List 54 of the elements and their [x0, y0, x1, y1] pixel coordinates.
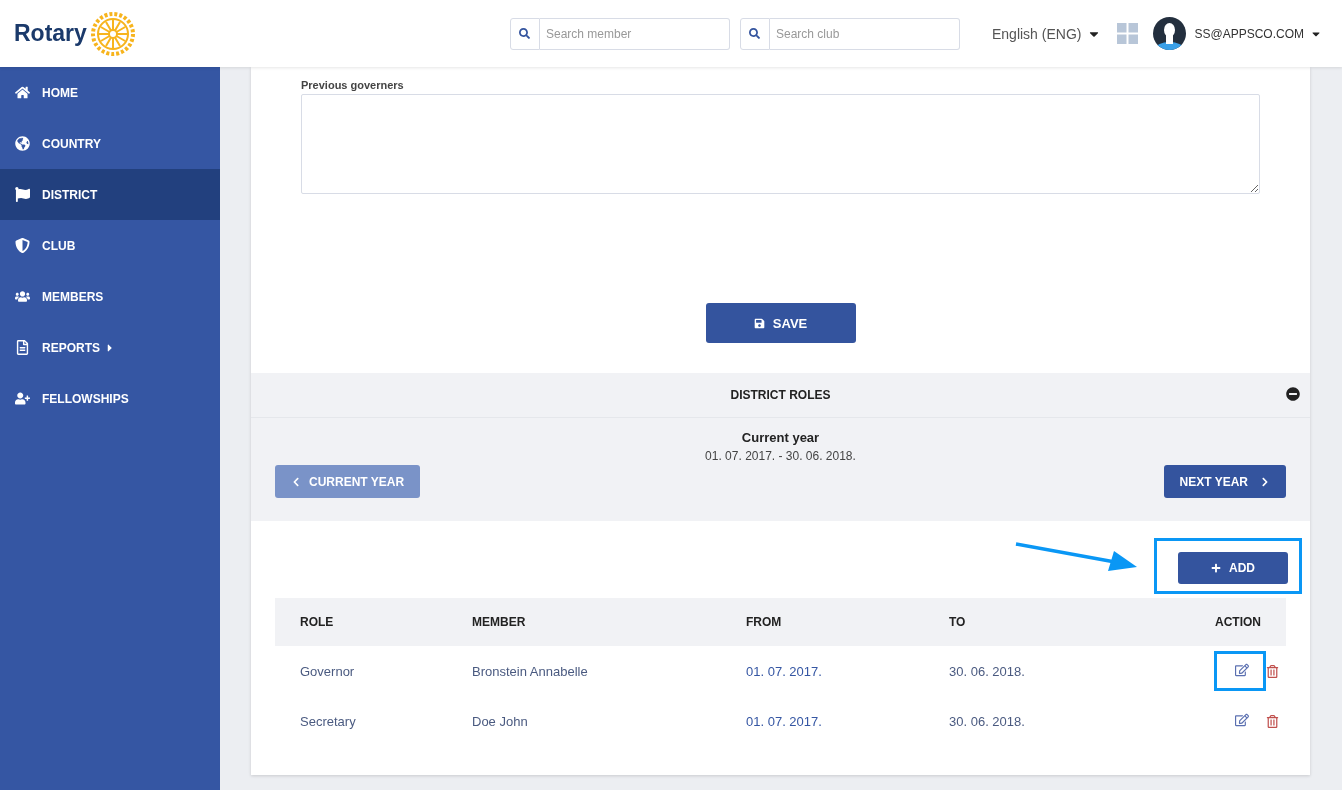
collapse-icon[interactable]	[1286, 387, 1300, 401]
column-header: TO	[949, 615, 967, 629]
search-icon	[749, 28, 761, 39]
sidebar-item[interactable]: CLUB	[0, 220, 220, 271]
avatar-icon[interactable]	[1153, 17, 1187, 50]
save-icon	[753, 317, 765, 329]
table-cell-text: Governor	[300, 663, 356, 679]
chevron-right-icon	[1260, 476, 1270, 487]
flag-icon	[15, 187, 30, 202]
sidebar-item[interactable]: COUNTRY	[0, 118, 220, 169]
edit-icon[interactable]	[1235, 663, 1249, 677]
search-icon	[519, 28, 531, 39]
table-cell-text: Bronstein Annabelle	[472, 663, 589, 679]
column-header: FROM	[746, 615, 783, 629]
edit-icon[interactable]	[1235, 713, 1249, 727]
shield-icon	[15, 238, 30, 253]
table-cell-text: Secretary	[300, 713, 357, 729]
add-button[interactable]: ADD	[1178, 552, 1288, 584]
logo-text: Rotary	[14, 20, 87, 47]
search-member-field[interactable]: Search member	[540, 17, 730, 50]
language-dropdown[interactable]: English (ENG)	[992, 25, 1102, 42]
sidebar-item[interactable]: DISTRICT	[0, 169, 220, 220]
column-header: ROLE	[300, 615, 335, 629]
search-button[interactable]	[510, 17, 540, 50]
user-plus-icon	[15, 391, 30, 406]
table-cell-text: 01. 07. 2017.	[746, 663, 823, 679]
period-title: Current year	[741, 430, 820, 445]
table-cell-text: 01. 07. 2017.	[746, 713, 823, 729]
search-button[interactable]	[740, 17, 770, 50]
users-icon	[15, 289, 30, 304]
logo-wheel-icon	[90, 11, 135, 56]
document-icon	[15, 340, 30, 355]
sidebar-item[interactable]: MEMBERS	[0, 271, 220, 322]
section-title: DISTRICT ROLES	[730, 388, 831, 402]
globe-icon	[15, 136, 30, 151]
search-club-field[interactable]: Search club	[770, 17, 960, 50]
sidebar-item[interactable]: REPORTS	[0, 322, 220, 373]
chevron-left-icon	[291, 476, 301, 487]
table-cell-text: 30. 06. 2018.	[949, 713, 1026, 729]
plus-icon	[1211, 563, 1221, 573]
table-cell-text: 30. 06. 2018.	[949, 663, 1026, 679]
user-menu[interactable]: SS@APPSCO.COM	[1194, 26, 1322, 41]
column-header: MEMBER	[472, 615, 527, 629]
delete-icon[interactable]	[1266, 714, 1279, 728]
period-dates: 01. 07. 2017. - 30. 06. 2018.	[705, 449, 856, 463]
field-label: Previous governers	[301, 79, 405, 91]
save-button[interactable]: SAVE	[705, 303, 856, 343]
delete-icon[interactable]	[1266, 664, 1279, 678]
sidebar-item[interactable]: HOME	[0, 67, 220, 118]
column-header: ACTION	[1215, 615, 1261, 629]
home-icon	[15, 85, 30, 100]
next-year-button[interactable]: NEXT YEAR	[1163, 465, 1286, 498]
sidebar-item[interactable]: FELLOWSHIPS	[0, 373, 220, 424]
table-cell-text: Doe John	[472, 713, 529, 729]
